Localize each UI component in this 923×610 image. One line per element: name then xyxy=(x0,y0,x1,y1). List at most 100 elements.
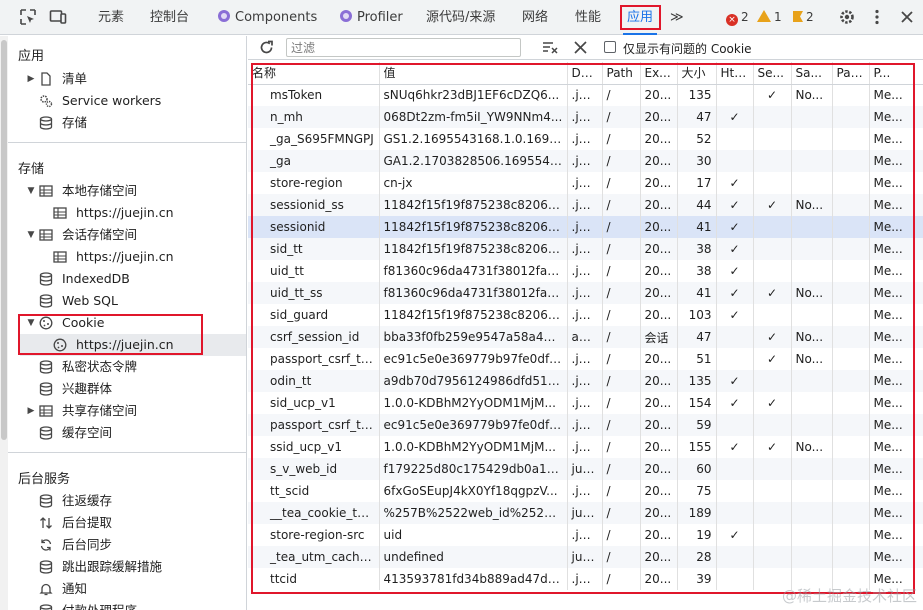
gear-icon[interactable] xyxy=(838,8,856,26)
table-cell: jue... xyxy=(567,458,603,480)
table-row[interactable]: passport_csrf_to... ec91c5e0e369779b97fe0… xyxy=(248,348,923,370)
table-icon xyxy=(39,229,53,241)
table-row[interactable]: store-region-src uid .ju.../20... 19 ✓ Me... xyxy=(248,524,923,546)
column-header[interactable]: Se... xyxy=(753,62,792,85)
close-icon[interactable] xyxy=(898,8,916,26)
tab-components[interactable]: Components xyxy=(218,0,317,35)
sidebar-item-web-sql[interactable]: Web SQL xyxy=(0,290,246,312)
sidebar-item-background-sync[interactable]: 后台同步 xyxy=(0,534,246,556)
sidebar-item-background-fetch[interactable]: 后台提取 xyxy=(0,512,246,534)
tab-profiler[interactable]: Profiler xyxy=(340,0,403,35)
column-header[interactable]: 值 xyxy=(379,62,568,85)
table-cell: Me... xyxy=(869,84,923,106)
sidebar-item-bounce-tracking[interactable]: 跳出跟踪缓解措施 xyxy=(0,556,246,578)
column-header[interactable]: P... xyxy=(869,62,923,85)
collapse-arrow-icon[interactable]: ▼ xyxy=(26,224,36,246)
table-row[interactable]: uid_tt f81360c96da4731f38012fa7c... .ju...… xyxy=(248,260,923,282)
sidebar-item-local-storage[interactable]: ▼ 本地存储空间 xyxy=(0,180,246,202)
cookies-table: 名称值 Do... Path Ex... 大小 Htt... Se... Sa... Par..… xyxy=(248,62,923,598)
table-cell: / xyxy=(602,480,641,502)
table-cell: Me... xyxy=(869,216,923,238)
column-header[interactable]: Path xyxy=(602,62,641,85)
warning-count[interactable]: 1 xyxy=(757,0,782,35)
sidebar-item-manifest[interactable]: ▶ 清单 xyxy=(0,68,246,90)
refresh-icon[interactable] xyxy=(258,39,275,56)
column-header[interactable]: Ex... xyxy=(640,62,678,85)
sidebar-item-cookie-origin[interactable]: https://juejin.cn xyxy=(20,334,246,356)
table-cell: 1.0.0-KDBhM2YyODM1MjM... xyxy=(379,436,568,458)
sidebar-item-private-state-tokens[interactable]: 私密状态令牌 xyxy=(0,356,246,378)
column-header[interactable]: Par... xyxy=(832,62,870,85)
table-cell: 11842f15f19f875238c82063... xyxy=(379,194,568,216)
sidebar-item-local-storage-origin[interactable]: https://juejin.cn xyxy=(0,202,246,224)
table-row[interactable]: ssid_ucp_v1 1.0.0-KDBhM2YyODM1MjM... .ju..… xyxy=(248,436,923,458)
table-row[interactable]: store-region cn-jx .ju.../20... 17 ✓ Me... xyxy=(248,172,923,194)
table-row[interactable]: passport_csrf_to... ec91c5e0e369779b97fe0… xyxy=(248,414,923,436)
sidebar-item-notifications[interactable]: 通知 xyxy=(0,578,246,600)
device-toolbar-icon[interactable] xyxy=(49,8,67,26)
only-issues-checkbox[interactable] xyxy=(604,41,616,53)
sidebar-item-indexeddb[interactable]: IndexedDB xyxy=(0,268,246,290)
sidebar-item-storage[interactable]: 存储 xyxy=(0,112,246,134)
table-cell: 39 xyxy=(677,568,717,590)
tab-console[interactable]: 控制台 xyxy=(150,0,189,35)
table-row[interactable]: n_mh 068Dt2zm-fm5iI_YW9NNm4... .ju.../20..… xyxy=(248,106,923,128)
table-cell xyxy=(753,546,792,568)
sidebar-item-session-storage-origin[interactable]: https://juejin.cn xyxy=(0,246,246,268)
table-cell: sid_ucp_v1 xyxy=(248,392,380,414)
column-header[interactable]: 名称 xyxy=(248,62,380,85)
expand-arrow-icon[interactable]: ▶ xyxy=(26,68,36,90)
sidebar-item-shared-storage[interactable]: ▶ 共享存储空间 xyxy=(0,400,246,422)
sidebar-item-cache-storage[interactable]: 缓存空间 xyxy=(0,422,246,444)
column-header[interactable]: 大小 xyxy=(677,62,717,85)
table-cell: passport_csrf_to... xyxy=(248,414,380,436)
tab-application[interactable]: 应用 xyxy=(622,0,658,35)
more-options-icon[interactable] xyxy=(868,8,886,26)
table-row[interactable]: sessionid 11842f15f19f875238c82063... .ju.… xyxy=(248,216,923,238)
sidebar-item-service-workers[interactable]: Service workers xyxy=(0,90,246,112)
clear-filtered-icon[interactable] xyxy=(542,39,559,56)
more-tabs-button[interactable]: ≫ xyxy=(670,0,684,35)
sidebar-item-payment-handler[interactable]: 付款处理程序 xyxy=(0,600,246,610)
collapse-arrow-icon[interactable]: ▼ xyxy=(26,312,36,334)
table-row[interactable]: sid_ucp_v1 1.0.0-KDBhM2YyODM1MjM... .ju...… xyxy=(248,392,923,414)
table-cell: ec91c5e0e369779b97fe0df5... xyxy=(379,348,568,370)
table-cell: .ju... xyxy=(567,370,603,392)
inspect-element-icon[interactable] xyxy=(19,8,37,26)
sidebar-item-interest-groups[interactable]: 兴趣群体 xyxy=(0,378,246,400)
sidebar-item-bfcache[interactable]: 往返缓存 xyxy=(0,490,246,512)
table-row[interactable]: _ga_S695FMNGPJ GS1.2.1695543168.1.0.16955… xyxy=(248,128,923,150)
table-row[interactable]: _ga GA1.2.1703828506.1695543... .ju.../20.… xyxy=(248,150,923,172)
table-cell xyxy=(832,106,870,128)
issues-count[interactable]: 2 xyxy=(793,0,814,35)
table-row[interactable]: tt_scid 6fxGoSEupJ4kX0Yf18qgpzV... .ju... /… xyxy=(248,480,923,502)
table-row[interactable]: csrf_session_id bba33f0fb259e9547a58a47f.… xyxy=(248,326,923,348)
filter-input[interactable] xyxy=(286,38,521,57)
table-row[interactable]: sid_tt 11842f15f19f875238c82063... .ju... /… xyxy=(248,238,923,260)
expand-arrow-icon[interactable]: ▶ xyxy=(26,400,36,422)
collapse-arrow-icon[interactable]: ▼ xyxy=(26,180,36,202)
table-cell: a9db70d7956124986dfd519... xyxy=(379,370,568,392)
column-header[interactable]: Sa... xyxy=(791,62,833,85)
table-row[interactable]: _tea_utm_cache... undefined jue.../20... 28… xyxy=(248,546,923,568)
delete-selected-icon[interactable] xyxy=(573,40,588,55)
column-header[interactable]: Do... xyxy=(567,62,603,85)
table-cell: / xyxy=(602,326,641,348)
tab-performance[interactable]: 性能 xyxy=(575,0,601,35)
error-count[interactable]: × 2 xyxy=(726,0,749,35)
table-cell: ✓ xyxy=(716,106,754,128)
table-row[interactable]: sid_guard 11842f15f19f875238c82063... .ju.… xyxy=(248,304,923,326)
table-row[interactable]: s_v_web_id f179225d80c175429db0a1a... jue.… xyxy=(248,458,923,480)
column-header[interactable]: Htt... xyxy=(716,62,754,85)
tab-network[interactable]: 网络 xyxy=(522,0,548,35)
table-cell: 20... xyxy=(640,216,678,238)
sidebar-item-session-storage[interactable]: ▼ 会话存储空间 xyxy=(0,224,246,246)
table-row[interactable]: sessionid_ss 11842f15f19f875238c82063....… xyxy=(248,194,923,216)
table-row[interactable]: msToken sNUq6hkr23dBJ1EF6cDZQ6... .ju.../2… xyxy=(248,84,923,106)
tab-sources[interactable]: 源代码/来源 xyxy=(426,0,495,35)
tab-elements[interactable]: 元素 xyxy=(98,0,124,35)
table-row[interactable]: odin_tt a9db70d7956124986dfd519... .ju... /… xyxy=(248,370,923,392)
table-row[interactable]: __tea_cookie_to... %257B%2522web_id%2522.… xyxy=(248,502,923,524)
sidebar-item-cookie[interactable]: ▼ Cookie xyxy=(0,312,246,334)
table-row[interactable]: uid_tt_ss f81360c96da4731f38012fa7c... .ju… xyxy=(248,282,923,304)
